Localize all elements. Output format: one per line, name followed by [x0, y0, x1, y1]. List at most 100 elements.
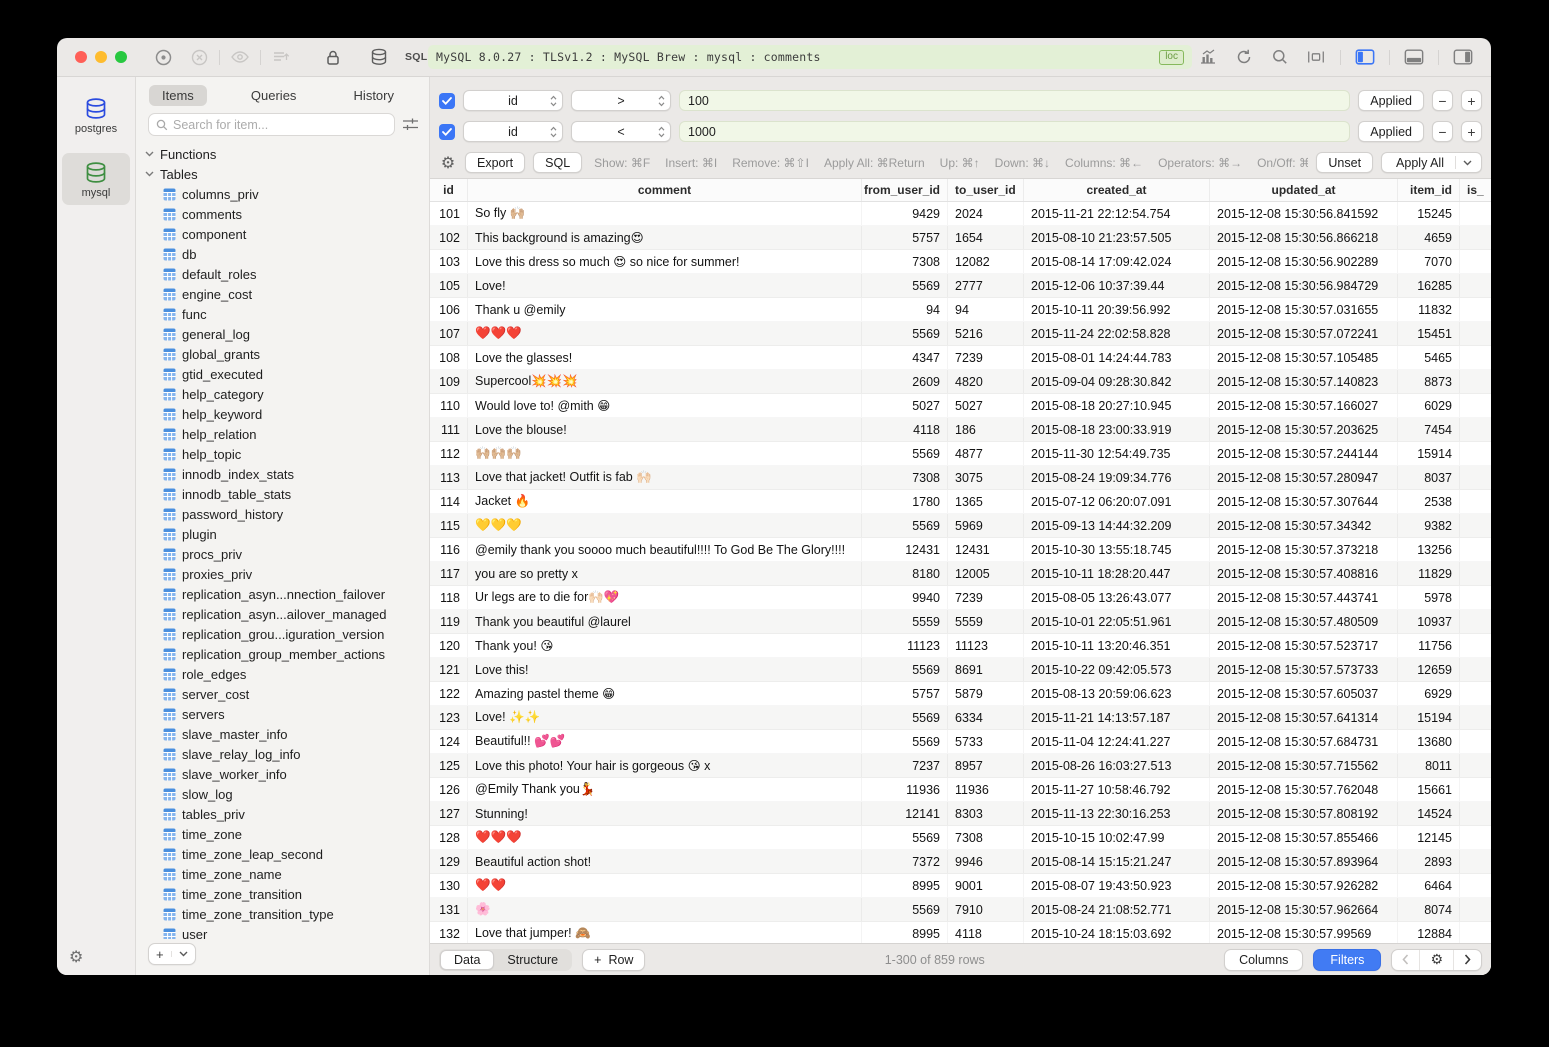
sidebar-table-item[interactable]: general_log: [145, 324, 429, 344]
sidebar-table-item[interactable]: time_zone_transition: [145, 884, 429, 904]
cell-is_[interactable]: [1460, 658, 1491, 681]
settings-gear-icon[interactable]: ⚙: [69, 947, 83, 967]
filter-applied-button[interactable]: Applied: [1358, 90, 1424, 111]
cell-updated_at[interactable]: 2015-12-08 15:30:56.902289: [1210, 250, 1398, 273]
cell-comment[interactable]: @Emily Thank you💃: [468, 778, 862, 801]
cell-item_id[interactable]: 8037: [1398, 466, 1460, 489]
sidebar-table-item[interactable]: help_keyword: [145, 404, 429, 424]
cell-item_id[interactable]: 9382: [1398, 514, 1460, 537]
cell-to_user_id[interactable]: 9001: [948, 874, 1024, 897]
cell-from_user_id[interactable]: 8995: [862, 874, 948, 897]
sidebar-table-item[interactable]: replication_grou...iguration_version: [145, 624, 429, 644]
cell-comment[interactable]: Love the glasses!: [468, 346, 862, 369]
cell-item_id[interactable]: 11756: [1398, 634, 1460, 657]
cell-comment[interactable]: So fly 🙌🏼: [468, 202, 862, 225]
table-row[interactable]: 111Love the blouse!41181862015-08-18 23:…: [430, 418, 1491, 442]
cell-created_at[interactable]: 2015-11-24 22:02:58.828: [1024, 322, 1210, 345]
sidebar-table-item[interactable]: user: [145, 924, 429, 939]
cell-created_at[interactable]: 2015-08-14 15:15:21.247: [1024, 850, 1210, 873]
filter-column-select[interactable]: id: [463, 121, 563, 142]
cell-created_at[interactable]: 2015-08-18 23:00:33.919: [1024, 418, 1210, 441]
cell-is_[interactable]: [1460, 634, 1491, 657]
cell-to_user_id[interactable]: 8303: [948, 802, 1024, 825]
cell-is_[interactable]: [1460, 730, 1491, 753]
cell-to_user_id[interactable]: 12431: [948, 538, 1024, 561]
sidebar-table-item[interactable]: func: [145, 304, 429, 324]
column-header-comment[interactable]: comment: [468, 179, 862, 201]
cell-updated_at[interactable]: 2015-12-08 15:30:57.203625: [1210, 418, 1398, 441]
cell-comment[interactable]: you are so pretty x: [468, 562, 862, 585]
table-row[interactable]: 107❤️❤️❤️556952162015-11-24 22:02:58.828…: [430, 322, 1491, 346]
sidebar-table-item[interactable]: global_grants: [145, 344, 429, 364]
cell-item_id[interactable]: 8074: [1398, 898, 1460, 921]
page-settings-button[interactable]: ⚙: [1419, 950, 1453, 970]
cell-item_id[interactable]: 6029: [1398, 394, 1460, 417]
filter-column-select[interactable]: id: [463, 90, 563, 111]
cell-from_user_id[interactable]: 12141: [862, 802, 948, 825]
sidebar-table-item[interactable]: help_category: [145, 384, 429, 404]
sidebar-table-item[interactable]: db: [145, 244, 429, 264]
record-connection-icon[interactable]: [153, 47, 173, 67]
cell-comment[interactable]: This background is amazing😍: [468, 226, 862, 249]
cell-comment[interactable]: 💛💛💛: [468, 514, 862, 537]
cell-updated_at[interactable]: 2015-12-08 15:30:57.408816: [1210, 562, 1398, 585]
cell-is_[interactable]: [1460, 466, 1491, 489]
cell-updated_at[interactable]: 2015-12-08 15:30:57.808192: [1210, 802, 1398, 825]
cell-updated_at[interactable]: 2015-12-08 15:30:57.105485: [1210, 346, 1398, 369]
cell-created_at[interactable]: 2015-10-11 13:20:46.351: [1024, 634, 1210, 657]
filter-value-input[interactable]: 1000: [679, 121, 1350, 142]
cell-id[interactable]: 128: [430, 826, 468, 849]
cell-from_user_id[interactable]: 7308: [862, 250, 948, 273]
cell-comment[interactable]: Love that jumper! 🙈: [468, 922, 862, 943]
cell-id[interactable]: 114: [430, 490, 468, 513]
cell-to_user_id[interactable]: 1365: [948, 490, 1024, 513]
cell-from_user_id[interactable]: 4347: [862, 346, 948, 369]
cell-is_[interactable]: [1460, 346, 1491, 369]
sidebar-table-item[interactable]: comments: [145, 204, 429, 224]
cell-id[interactable]: 122: [430, 682, 468, 705]
preview-eye-icon[interactable]: [230, 47, 250, 67]
cell-to_user_id[interactable]: 7239: [948, 586, 1024, 609]
chevron-down-icon[interactable]: [171, 951, 195, 957]
cell-is_[interactable]: [1460, 778, 1491, 801]
cell-is_[interactable]: [1460, 370, 1491, 393]
cell-created_at[interactable]: 2015-08-24 21:08:52.771: [1024, 898, 1210, 921]
cell-from_user_id[interactable]: 9429: [862, 202, 948, 225]
cell-updated_at[interactable]: 2015-12-08 15:30:57.962664: [1210, 898, 1398, 921]
cell-created_at[interactable]: 2015-08-14 17:09:42.024: [1024, 250, 1210, 273]
cell-from_user_id[interactable]: 11123: [862, 634, 948, 657]
table-row[interactable]: 102This background is amazing😍5757165420…: [430, 226, 1491, 250]
table-row[interactable]: 101So fly 🙌🏼942920242015-11-21 22:12:54.…: [430, 202, 1491, 226]
cell-id[interactable]: 116: [430, 538, 468, 561]
cell-id[interactable]: 117: [430, 562, 468, 585]
cell-id[interactable]: 101: [430, 202, 468, 225]
cell-id[interactable]: 111: [430, 418, 468, 441]
cell-updated_at[interactable]: 2015-12-08 15:30:57.523717: [1210, 634, 1398, 657]
cell-updated_at[interactable]: 2015-12-08 15:30:57.641314: [1210, 706, 1398, 729]
cell-is_[interactable]: [1460, 202, 1491, 225]
cell-item_id[interactable]: 10937: [1398, 610, 1460, 633]
cell-is_[interactable]: [1460, 802, 1491, 825]
cell-comment[interactable]: Love! ✨✨: [468, 706, 862, 729]
cell-to_user_id[interactable]: 11123: [948, 634, 1024, 657]
sidebar-table-item[interactable]: engine_cost: [145, 284, 429, 304]
cell-item_id[interactable]: 8873: [1398, 370, 1460, 393]
filter-checkbox[interactable]: [439, 93, 455, 109]
cell-comment[interactable]: Love this photo! Your hair is gorgeous 😘…: [468, 754, 862, 777]
cell-comment[interactable]: Beautiful!! 💕💕: [468, 730, 862, 753]
cell-item_id[interactable]: 11829: [1398, 562, 1460, 585]
cell-created_at[interactable]: 2015-11-13 22:30:16.253: [1024, 802, 1210, 825]
cell-created_at[interactable]: 2015-08-18 20:27:10.945: [1024, 394, 1210, 417]
search-icon[interactable]: [1270, 47, 1290, 67]
cell-from_user_id[interactable]: 5027: [862, 394, 948, 417]
cell-item_id[interactable]: 11832: [1398, 298, 1460, 321]
next-page-button[interactable]: [1453, 950, 1481, 970]
cell-id[interactable]: 109: [430, 370, 468, 393]
filter-value-input[interactable]: 100: [679, 90, 1350, 111]
cell-from_user_id[interactable]: 5569: [862, 274, 948, 297]
table-row[interactable]: 132Love that jumper! 🙈899541182015-10-24…: [430, 922, 1491, 943]
cell-item_id[interactable]: 14524: [1398, 802, 1460, 825]
cell-updated_at[interactable]: 2015-12-08 15:30:56.841592: [1210, 202, 1398, 225]
sidebar-table-item[interactable]: time_zone_leap_second: [145, 844, 429, 864]
cell-from_user_id[interactable]: 5559: [862, 610, 948, 633]
